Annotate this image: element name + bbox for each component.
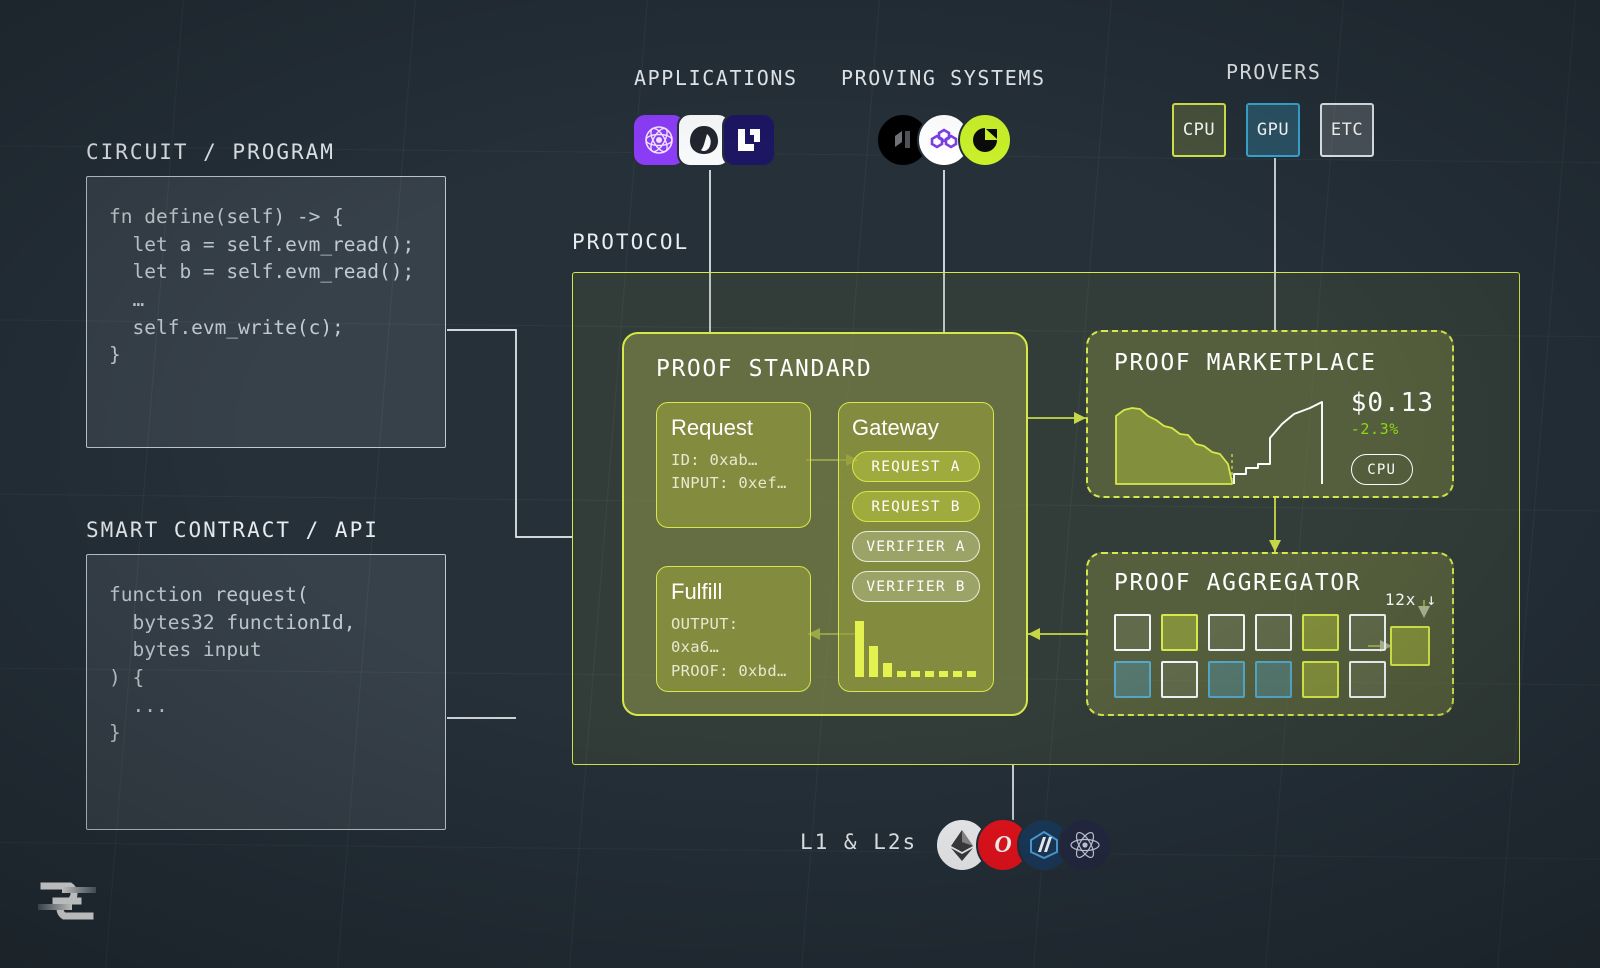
protocol-label: PROTOCOL (572, 230, 690, 254)
aggregator-grid-row (1114, 614, 1386, 651)
proof-marketplace-panel: PROOF MARKETPLACE $0.13 -2.3% CPU (1086, 330, 1454, 498)
gateway-card-title: Gateway (852, 415, 939, 440)
prover-chip-etc-label: ETC (1330, 120, 1364, 140)
diagram-canvas: CIRCUIT / PROGRAM fn define(self) -> { l… (0, 0, 1600, 968)
prover-chip-cpu[interactable]: CPU (1172, 103, 1226, 157)
request-row-id: ID: 0xab… (671, 451, 758, 469)
gateway-card[interactable]: Gateway REQUEST A REQUEST B VERIFIER A V… (838, 402, 994, 692)
succinct-lime-logo[interactable] (958, 113, 1012, 167)
contract-code-panel: function request( bytes32 functionId, by… (86, 554, 446, 830)
marketplace-change: -2.3% (1350, 420, 1399, 438)
chains-logos: O (935, 818, 1112, 872)
fulfill-card-title: Fulfill (671, 579, 723, 604)
prover-chip-etc[interactable]: ETC (1320, 103, 1374, 157)
contract-heading: SMART CONTRACT / API (86, 518, 379, 542)
aggregator-cell[interactable] (1255, 661, 1292, 698)
gateway-pill-verifier-b[interactable]: VERIFIER B (852, 571, 980, 602)
prover-chip-gpu[interactable]: GPU (1246, 103, 1300, 157)
marketplace-title: PROOF MARKETPLACE (1114, 350, 1377, 376)
aggregator-cell[interactable] (1255, 614, 1292, 651)
gateway-pill-request-b-label: REQUEST B (871, 498, 961, 515)
applications-logos (632, 113, 776, 167)
fulfill-card[interactable]: Fulfill OUTPUT: 0xa6… PROOF: 0xbd… (656, 566, 811, 692)
gateway-throughput-chart (855, 621, 976, 677)
proof-standard-title: PROOF STANDARD (656, 356, 873, 382)
aggregator-cell[interactable] (1114, 614, 1151, 651)
applications-label: APPLICATIONS (634, 66, 798, 90)
prover-chip-gpu-label: GPU (1256, 120, 1290, 140)
gateway-pill-request-a-label: REQUEST A (871, 458, 961, 475)
aggregator-grid-row (1114, 661, 1386, 698)
gateway-pill-request-a[interactable]: REQUEST A (852, 451, 980, 482)
marketplace-chip-cpu-label: CPU (1367, 461, 1397, 478)
contract-code: function request( bytes32 functionId, by… (109, 583, 356, 745)
aggregator-cell[interactable] (1302, 661, 1339, 698)
gateway-pill-verifier-a[interactable]: VERIFIER A (852, 531, 980, 562)
provers-label: PROVERS (1226, 60, 1322, 84)
cosmos-logo[interactable] (1058, 818, 1112, 872)
fulfill-row-output: OUTPUT: 0xa6… (671, 615, 739, 657)
circuit-code-panel: fn define(self) -> { let a = self.evm_re… (86, 176, 446, 448)
aggregator-cell[interactable] (1161, 661, 1198, 698)
marketplace-price: $0.13 (1350, 388, 1434, 418)
aggregator-cell[interactable] (1208, 661, 1245, 698)
gateway-pill-verifier-b-label: VERIFIER B (866, 578, 966, 595)
aggregator-cell[interactable] (1208, 614, 1245, 651)
fulfill-row-proof: PROOF: 0xbd… (671, 661, 787, 680)
aggregator-cell[interactable] (1302, 614, 1339, 651)
aggregator-cell[interactable] (1114, 661, 1151, 698)
proof-standard-panel: PROOF STANDARD Request ID: 0xab… INPUT: … (622, 332, 1028, 716)
circuit-heading: CIRCUIT / PROGRAM (86, 140, 335, 164)
gateway-pill-verifier-a-label: VERIFIER A (866, 538, 966, 555)
request-card[interactable]: Request ID: 0xab… INPUT: 0xef… (656, 402, 811, 528)
prover-chip-cpu-label: CPU (1182, 120, 1216, 140)
chains-label: L1 & L2s (800, 830, 918, 854)
proof-aggregator-panel: PROOF AGGREGATOR 12x ↓ (1086, 552, 1454, 716)
aggregator-grid (1114, 614, 1386, 698)
aggregator-cell[interactable] (1161, 614, 1198, 651)
aggregator-cell[interactable] (1349, 661, 1386, 698)
bracket-app-logo[interactable] (722, 113, 776, 167)
marketplace-price-chart (1115, 401, 1323, 485)
aggregator-multiplier: 12x ↓ (1384, 590, 1437, 609)
aggregator-title: PROOF AGGREGATOR (1114, 570, 1362, 596)
aggregator-output-cell[interactable] (1390, 626, 1430, 666)
circuit-code: fn define(self) -> { let a = self.evm_re… (109, 205, 415, 367)
proving-systems-label: PROVING SYSTEMS (841, 66, 1046, 90)
request-row-input: INPUT: 0xef… (671, 474, 787, 493)
request-card-title: Request (671, 415, 753, 440)
proving-systems-logos (876, 113, 1012, 167)
aggregator-cell[interactable] (1349, 614, 1386, 651)
provers-chips: CPU GPU ETC (1172, 103, 1374, 157)
gateway-pill-request-b[interactable]: REQUEST B (852, 491, 980, 522)
brand-logo (38, 882, 96, 920)
marketplace-chip-cpu[interactable]: CPU (1350, 454, 1413, 485)
